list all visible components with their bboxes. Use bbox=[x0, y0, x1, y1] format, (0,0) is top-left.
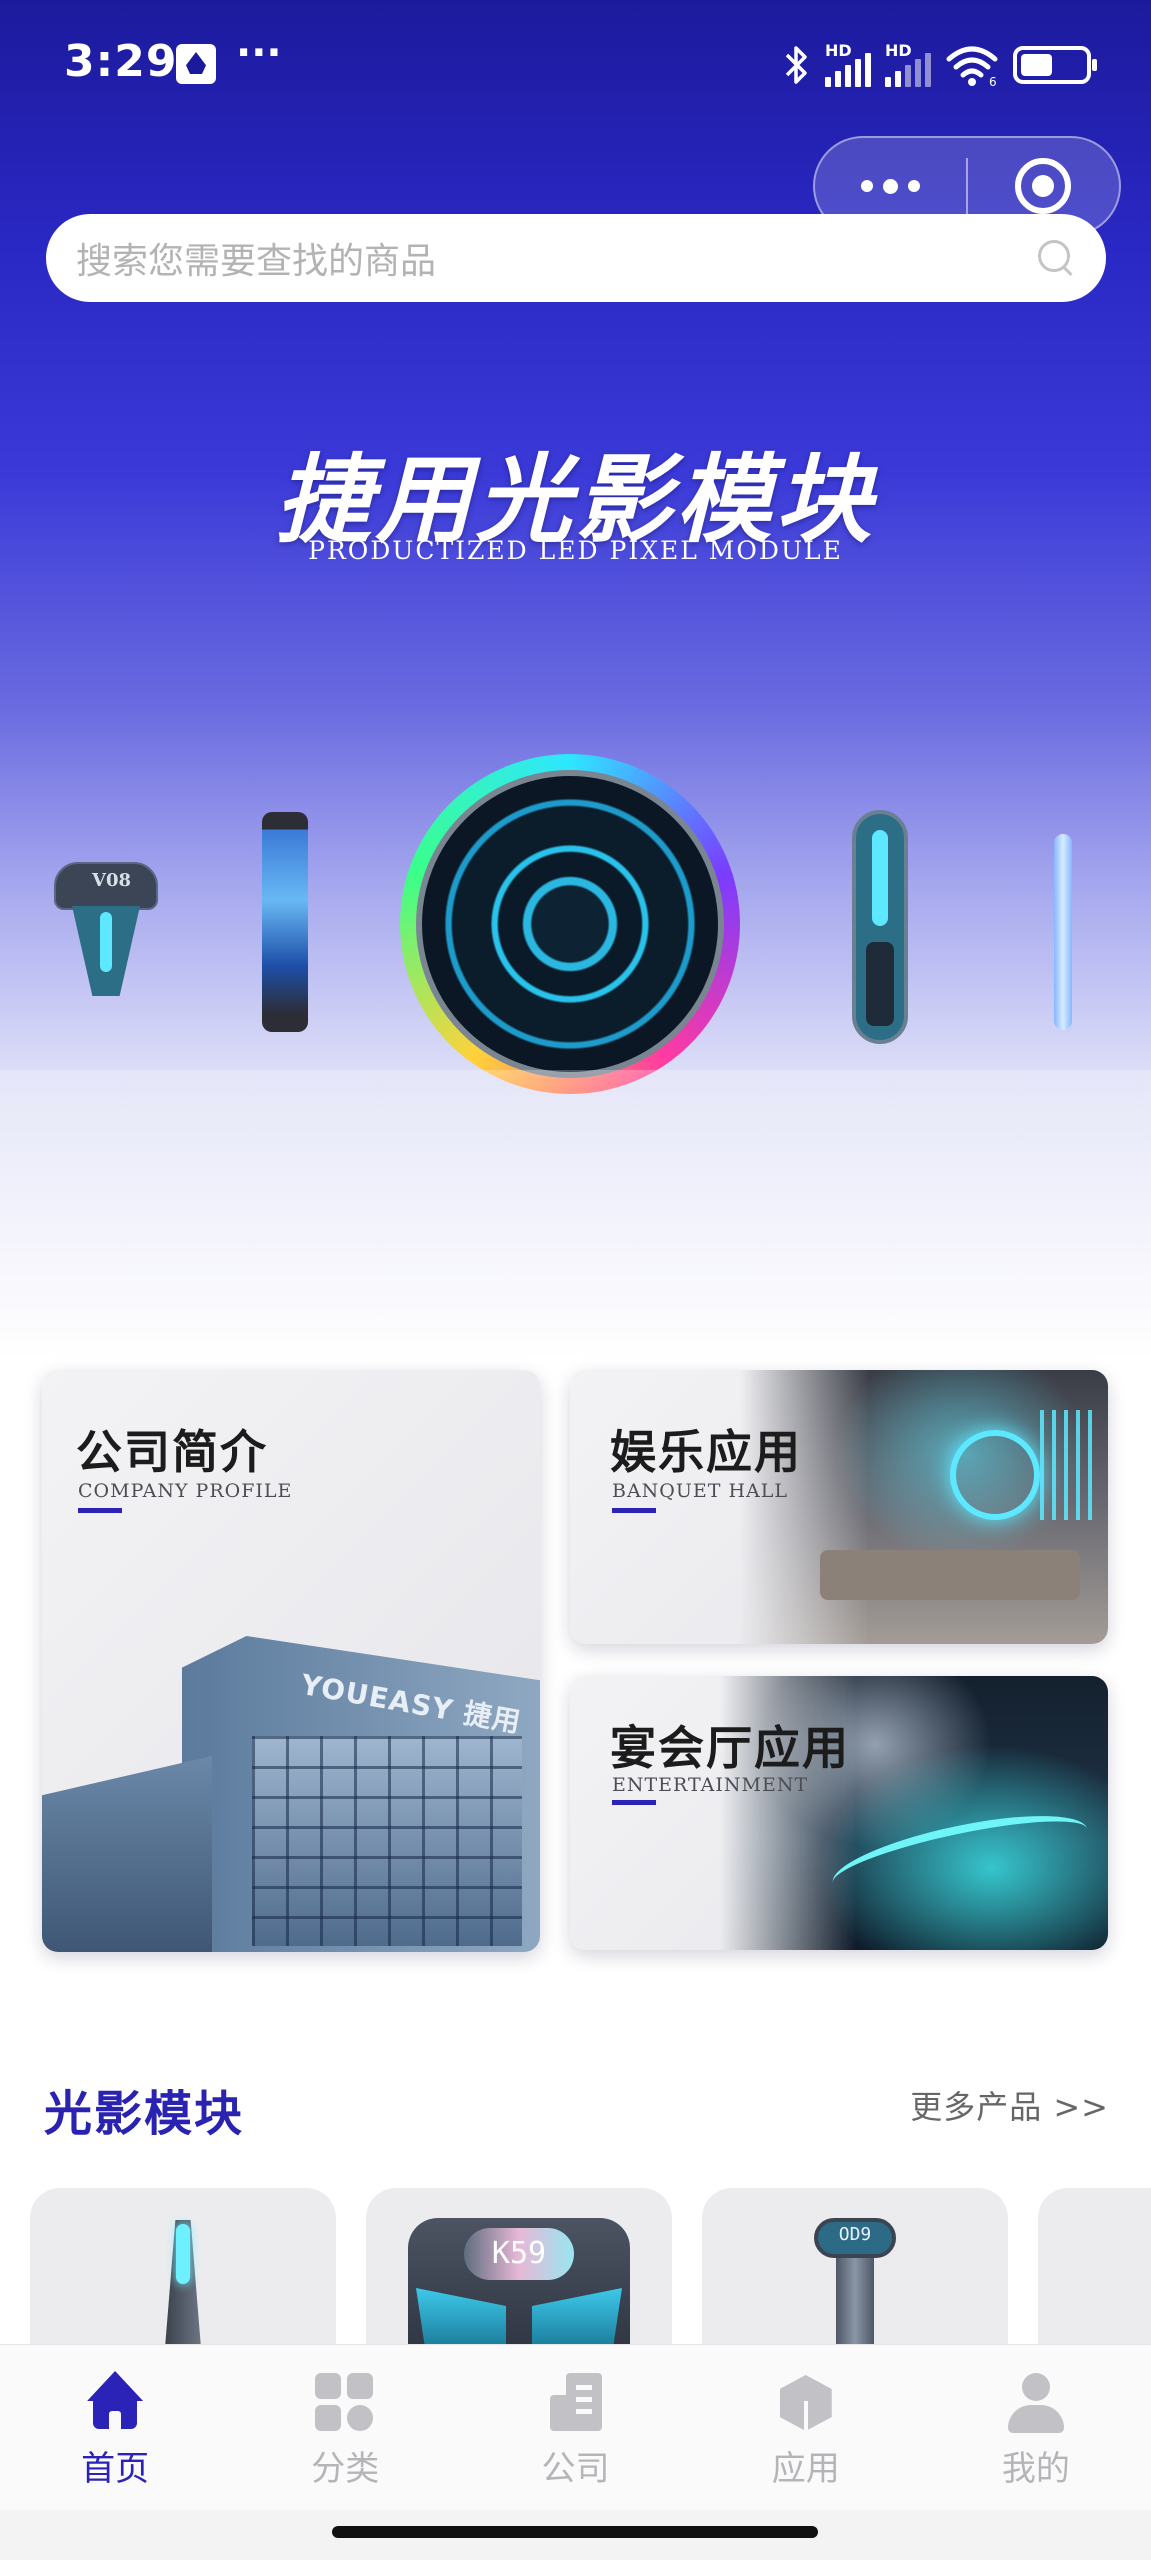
status-time: 3:29 bbox=[64, 36, 178, 87]
more-notifications-icon: ··· bbox=[236, 30, 282, 76]
product-image bbox=[836, 2258, 874, 2348]
product-v08-label: V08 bbox=[92, 870, 132, 891]
tab-company[interactable]: 公司 bbox=[460, 2345, 690, 2510]
battery-level bbox=[1021, 54, 1052, 76]
card-subtitle: COMPANY PROFILE bbox=[78, 1480, 293, 1502]
tab-label: 应用 bbox=[771, 2449, 840, 2489]
system-navigation-area bbox=[0, 2510, 1151, 2560]
tab-label: 分类 bbox=[311, 2449, 380, 2489]
network-type-label: HD bbox=[825, 41, 852, 60]
wifi-icon: 6 bbox=[946, 46, 998, 87]
card-accent-line bbox=[612, 1508, 656, 1513]
app-notification-icon bbox=[176, 44, 216, 84]
banquet-hall-application-card[interactable]: 宴会厅应用 ENTERTAINMENT bbox=[570, 1676, 1108, 1950]
hero-subtitle: PRODUCTIZED LED PIXEL MODULE bbox=[308, 536, 843, 565]
product-card[interactable] bbox=[30, 2188, 336, 2348]
tab-home[interactable]: 首页 bbox=[0, 2345, 230, 2510]
profile-icon bbox=[1004, 2371, 1068, 2435]
home-indicator[interactable] bbox=[332, 2526, 818, 2538]
product-disc-image bbox=[400, 754, 740, 1094]
product-card[interactable]: OD9 bbox=[702, 2188, 1008, 2348]
status-indicators: HD HD 6 bbox=[781, 40, 1097, 90]
entertainment-application-card[interactable]: 娱乐应用 BANQUET HALL bbox=[570, 1370, 1108, 1644]
card-accent-line bbox=[78, 1508, 122, 1513]
tab-profile[interactable]: 我的 bbox=[921, 2345, 1151, 2510]
showcase-reflection bbox=[0, 1070, 1151, 1130]
category-icon bbox=[313, 2371, 377, 2435]
product-v08-image: V08 bbox=[50, 862, 160, 1002]
target-icon bbox=[1015, 158, 1072, 214]
tab-label: 首页 bbox=[81, 2449, 150, 2489]
section-title: 光影模块 bbox=[44, 2086, 245, 2142]
network-type-label-2: HD bbox=[885, 41, 912, 60]
cellular-signal-icon-2: HD bbox=[885, 41, 931, 87]
card-title: 公司简介 bbox=[76, 1425, 268, 1479]
more-products-link[interactable]: 更多产品 >> bbox=[910, 2082, 1109, 2128]
wifi-badge: 6 bbox=[989, 75, 997, 87]
battery-icon bbox=[1013, 46, 1097, 84]
card-title: 宴会厅应用 bbox=[610, 1721, 850, 1775]
product-card[interactable] bbox=[1038, 2188, 1151, 2348]
tab-label: 我的 bbox=[1001, 2449, 1070, 2489]
cellular-signal-icon: HD bbox=[825, 41, 871, 87]
bottom-tab-bar: 首页 分类 公司 应用 我的 bbox=[0, 2344, 1151, 2510]
company-building-image: YOUEASY 捷用 bbox=[42, 1606, 540, 1952]
company-profile-card[interactable]: 公司简介 COMPANY PROFILE YOUEASY 捷用 bbox=[42, 1370, 540, 1952]
bluetooth-icon bbox=[785, 46, 807, 84]
search-bar[interactable]: 搜索您需要查找的商品 bbox=[46, 214, 1106, 302]
product-showcase: V08 bbox=[0, 740, 1151, 1130]
search-input[interactable]: 搜索您需要查找的商品 bbox=[76, 232, 1036, 284]
tab-category[interactable]: 分类 bbox=[230, 2345, 460, 2510]
product-card[interactable]: K59 bbox=[366, 2188, 672, 2348]
status-bar: 3:29 ··· HD HD 6 bbox=[0, 0, 1151, 130]
product-model-label: OD9 bbox=[838, 2224, 872, 2245]
home-icon bbox=[83, 2371, 147, 2435]
card-title: 娱乐应用 bbox=[610, 1425, 802, 1479]
search-icon[interactable] bbox=[1036, 238, 1076, 278]
company-icon bbox=[544, 2371, 608, 2435]
tab-label: 公司 bbox=[541, 2449, 610, 2489]
card-subtitle: BANQUET HALL bbox=[612, 1480, 789, 1502]
product-rod-image bbox=[1054, 834, 1072, 1030]
product-tube-image bbox=[262, 812, 308, 1032]
tab-application[interactable]: 应用 bbox=[691, 2345, 921, 2510]
product-pill-image bbox=[852, 810, 908, 1044]
card-accent-line bbox=[612, 1800, 656, 1805]
card-subtitle: ENTERTAINMENT bbox=[612, 1774, 809, 1796]
application-icon bbox=[774, 2371, 838, 2435]
product-model-label: K59 bbox=[464, 2228, 574, 2280]
